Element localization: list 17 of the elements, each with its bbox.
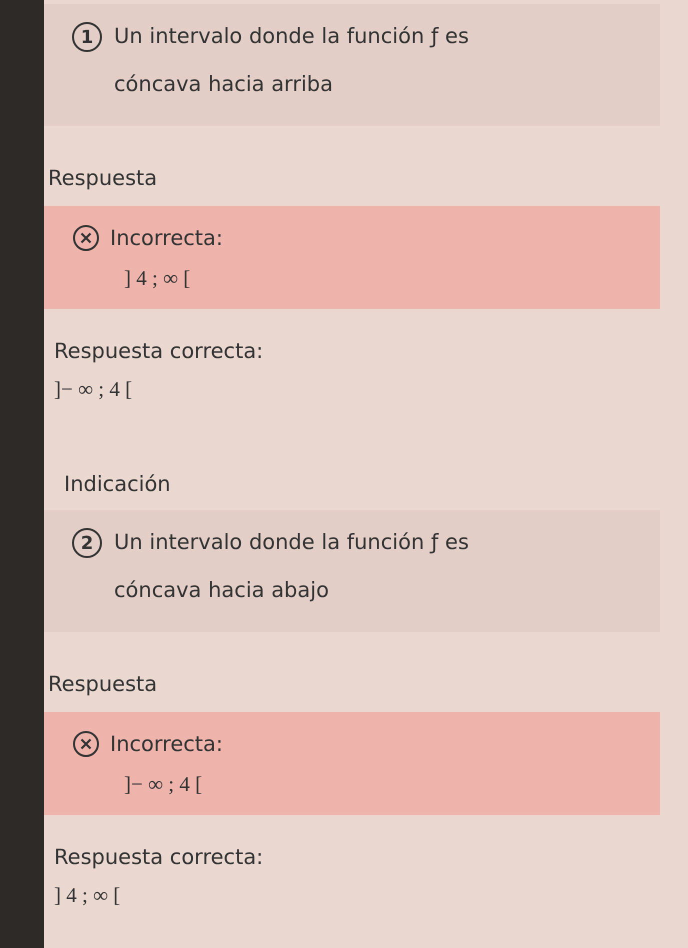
- answer-heading: Respuesta: [48, 166, 158, 190]
- correct-answer-heading: Respuesta correcta:: [54, 845, 264, 869]
- answer-heading: Respuesta: [48, 672, 158, 696]
- correct-answer-heading: Respuesta correcta:: [54, 339, 264, 363]
- correct-answer: ]− ∞ ; 4 [: [54, 377, 134, 402]
- question-number: 2: [72, 528, 102, 558]
- question-text: Un intervalo donde la función ƒ es cóncava hacia abajo: [114, 529, 470, 604]
- result-label: Incorrecta:: [110, 732, 223, 756]
- section-heading: Indicación: [64, 472, 172, 496]
- given-answer: ]− ∞ ; 4 [: [124, 772, 204, 797]
- correct-answer: ] 4 ; ∞ [: [54, 883, 122, 908]
- cross-icon: [72, 730, 100, 758]
- given-answer: ] 4 ; ∞ [: [124, 266, 192, 291]
- question-text: Un intervalo donde la función ƒ es cóncava hacia arriba: [114, 23, 470, 98]
- result-label: Incorrecta:: [110, 226, 223, 250]
- cross-icon: [72, 224, 100, 252]
- question-number: 1: [72, 22, 102, 52]
